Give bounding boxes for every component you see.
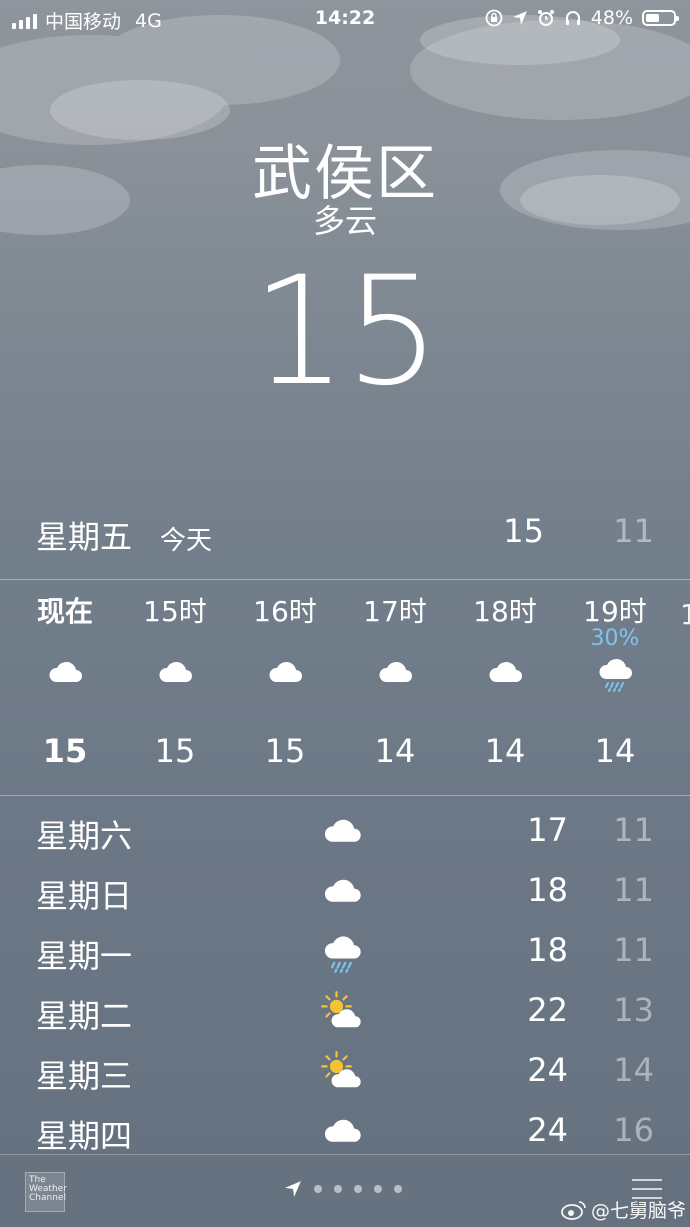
rotation-lock-icon	[485, 9, 503, 27]
hourly-time: 19时	[583, 595, 647, 628]
today-day: 星期五	[36, 518, 133, 556]
partly-sunny-icon	[320, 1051, 370, 1091]
day-name: 星期三	[36, 1057, 133, 1095]
location-arrow-icon	[512, 11, 527, 25]
precip-chance	[120, 626, 230, 654]
divider	[0, 579, 690, 580]
hourly-forecast[interactable]: 现在 15 15时 15 16时 15 17时 14 18时 14 19时 30% 14	[0, 590, 690, 780]
headphones-icon	[565, 11, 580, 25]
page-indicator[interactable]	[284, 1180, 402, 1198]
rain-cloud-icon	[560, 654, 670, 704]
current-condition: 多云	[312, 202, 377, 240]
hourly-temp: 14	[594, 732, 636, 770]
hourly-item: 17时 14	[340, 590, 450, 770]
day-low: 11	[613, 931, 654, 969]
hourly-time: 16时	[253, 595, 317, 628]
watermark: @七舅脑爷	[561, 1196, 686, 1223]
hourly-overflow-hint: 1	[680, 598, 690, 631]
daily-row: 星期二 22 13	[0, 985, 690, 1045]
today-label: 今天	[160, 526, 213, 556]
daily-row: 星期一 18 11	[0, 925, 690, 985]
day-low: 13	[613, 991, 654, 1029]
page-dot[interactable]	[354, 1185, 362, 1193]
cloud-icon	[340, 654, 450, 704]
page-dot[interactable]	[334, 1185, 342, 1193]
hourly-item: 19时 30% 14	[560, 590, 670, 770]
today-high: 15	[503, 512, 544, 550]
hourly-temp: 14	[484, 732, 526, 770]
hourly-time: 17时	[363, 595, 427, 628]
day-name: 星期二	[36, 997, 133, 1035]
status-bar: 中国移动 4G 14:22 48%	[0, 0, 690, 36]
day-low: 11	[613, 811, 654, 849]
day-high: 22	[527, 991, 568, 1029]
precip-chance: 30%	[590, 626, 640, 651]
hourly-temp: 15	[42, 732, 88, 770]
partly-sunny-icon	[320, 991, 370, 1031]
divider	[0, 795, 690, 796]
weibo-logo-icon	[561, 1200, 586, 1220]
day-high: 18	[527, 931, 568, 969]
hourly-temp: 15	[154, 732, 196, 770]
day-low: 16	[613, 1111, 654, 1149]
cloud-icon	[230, 654, 340, 704]
battery-icon	[642, 10, 679, 26]
day-high: 24	[527, 1111, 568, 1149]
weather-channel-logo[interactable]: The Weather Channel	[25, 1172, 67, 1212]
page-dot[interactable]	[314, 1185, 322, 1193]
day-name: 星期日	[36, 877, 133, 915]
day-high: 24	[527, 1051, 568, 1089]
page-dot[interactable]	[394, 1185, 402, 1193]
day-name: 星期一	[36, 937, 133, 975]
cloud-icon	[120, 654, 230, 704]
precip-chance	[230, 626, 340, 654]
day-low: 14	[613, 1051, 654, 1089]
hourly-temp: 15	[264, 732, 306, 770]
daily-row: 星期日 18 11	[0, 865, 690, 925]
hourly-item: 现在 15	[10, 590, 120, 770]
location-arrow-icon	[285, 1181, 301, 1197]
today-summary: 星期五 今天 15 11	[36, 512, 654, 562]
hourly-item: 16时 15	[230, 590, 340, 770]
day-low: 11	[613, 871, 654, 909]
cloud-icon	[320, 1111, 370, 1151]
precip-chance	[340, 626, 450, 654]
hourly-item: 15时 15	[120, 590, 230, 770]
daily-row: 星期六 17 11	[0, 805, 690, 865]
cloud-icon	[320, 871, 370, 911]
cloud-icon	[450, 654, 560, 704]
hourly-item: 18时 14	[450, 590, 560, 770]
hourly-time: 现在	[36, 595, 93, 628]
day-high: 17	[527, 811, 568, 849]
rain-cloud-icon	[320, 931, 370, 973]
page-dot[interactable]	[374, 1185, 382, 1193]
hourly-time: 15时	[143, 595, 207, 628]
hourly-time: 18时	[473, 595, 537, 628]
daily-row: 星期三 24 14	[0, 1045, 690, 1105]
alarm-icon	[537, 10, 554, 26]
day-name: 星期四	[36, 1117, 133, 1155]
today-low: 11	[613, 512, 654, 550]
hourly-temp: 14	[374, 732, 416, 770]
precip-chance	[450, 626, 560, 654]
current-temperature: 15	[251, 245, 441, 419]
day-name: 星期六	[36, 817, 133, 855]
cloud-icon	[10, 654, 120, 704]
day-high: 18	[527, 871, 568, 909]
precip-chance	[10, 626, 120, 654]
cloud-icon	[320, 811, 370, 851]
battery-percent: 48%	[590, 7, 633, 29]
watermark-text: @七舅脑爷	[590, 1200, 686, 1222]
